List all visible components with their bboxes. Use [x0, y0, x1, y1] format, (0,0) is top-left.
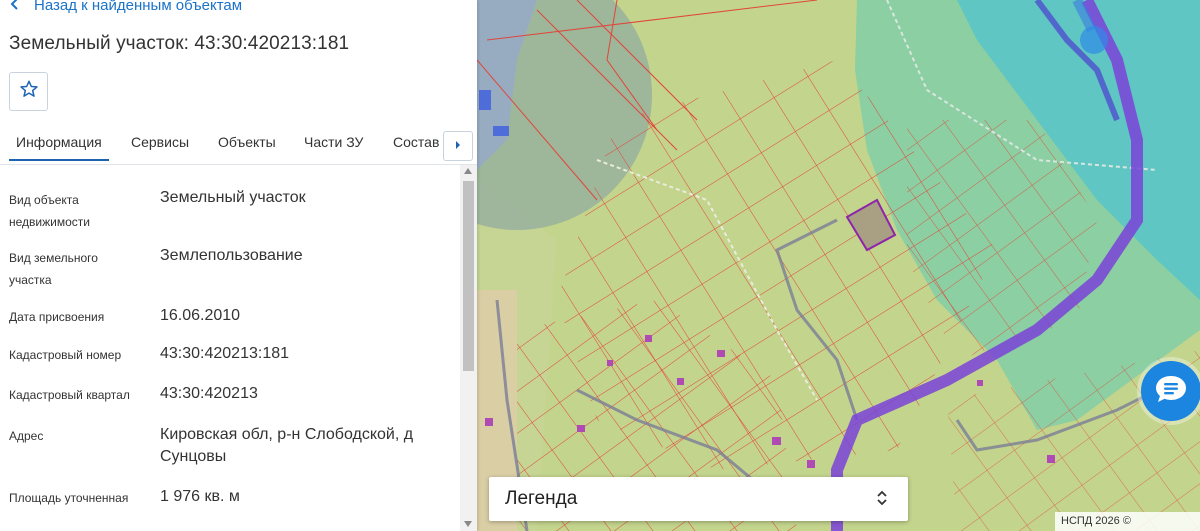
chevron-up-down-icon[interactable] — [876, 489, 888, 512]
scroll-down-icon[interactable] — [464, 521, 472, 527]
detail-label: Адрес — [9, 429, 44, 443]
tab-information[interactable]: Информация — [9, 134, 109, 161]
tab-composition[interactable]: Состав — [393, 134, 441, 150]
detail-label: Вид земельного участка — [9, 251, 98, 287]
detail-value: Кировская обл, р-н Слободской, д Сунцовы — [160, 426, 414, 465]
detail-value: 43:30:420213 — [160, 385, 258, 402]
chat-bubble-icon — [1154, 374, 1188, 409]
favorite-button[interactable] — [9, 72, 48, 111]
detail-value: Землепользование — [160, 247, 303, 264]
details-scrollbar[interactable] — [460, 165, 477, 531]
tabs-next-button[interactable] — [443, 131, 473, 161]
tab-objects[interactable]: Объекты — [218, 134, 276, 150]
back-to-results-link[interactable]: Назад к найденным объектам — [10, 0, 242, 16]
chevron-left-icon — [10, 0, 20, 14]
legend-panel[interactable]: Легенда — [489, 477, 908, 521]
detail-label: Площадь уточненная — [9, 491, 129, 505]
object-info-panel: Назад к найденным объектам Земельный уча… — [0, 0, 477, 531]
detail-label: Вид объекта недвижимости — [9, 193, 90, 229]
scroll-up-icon[interactable] — [464, 168, 472, 174]
chat-button[interactable] — [1141, 361, 1200, 421]
back-link-label: Назад к найденным объектам — [34, 0, 243, 14]
cadastral-map[interactable] — [477, 0, 1200, 531]
copyright-label: НСПД 2026 © — [1055, 512, 1200, 531]
chevron-right-icon — [454, 137, 462, 155]
legend-title: Легенда — [505, 488, 578, 509]
detail-value: 43:30:420213:181 — [160, 345, 290, 362]
star-outline-icon — [19, 79, 39, 104]
tab-bar: Информация Сервисы Объекты Части ЗУ Сост… — [0, 124, 477, 165]
page-title: Земельный участок: 43:30:420213:181 — [9, 33, 350, 54]
detail-value: 16.06.2010 — [160, 307, 241, 324]
scrollbar-thumb[interactable] — [463, 181, 474, 371]
tab-services[interactable]: Сервисы — [131, 134, 189, 150]
detail-label: Дата присвоения — [9, 310, 105, 324]
details-list: Вид объекта недвижимости Земельный участ… — [0, 165, 460, 531]
detail-label: Кадастровый квартал — [9, 388, 130, 402]
detail-value: 1 976 кв. м — [160, 488, 240, 505]
tab-parts[interactable]: Части ЗУ — [304, 134, 363, 150]
detail-label: Кадастровый номер — [9, 348, 122, 362]
detail-value: Земельный участок — [160, 189, 306, 206]
